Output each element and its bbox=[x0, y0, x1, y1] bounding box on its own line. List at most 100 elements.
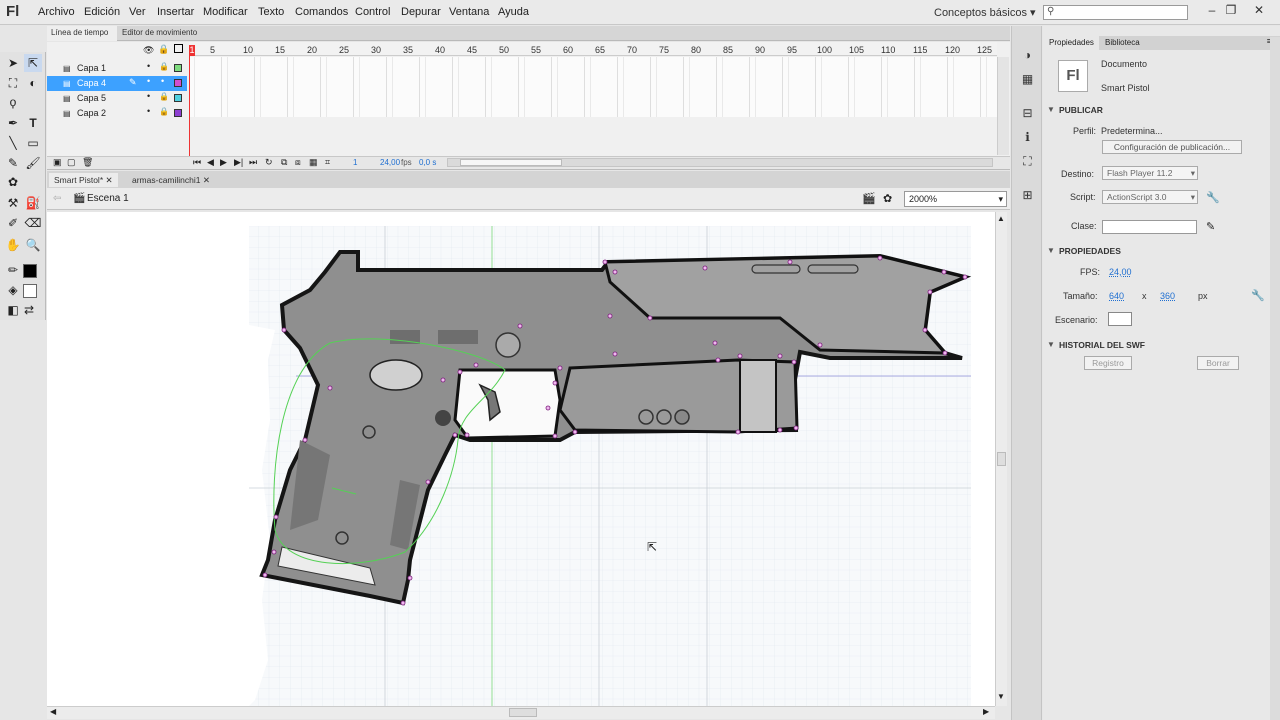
menu-modificar[interactable]: Modificar bbox=[203, 6, 248, 18]
pencil-tool-icon[interactable]: ✎ bbox=[4, 154, 22, 172]
layer-color-swatch[interactable] bbox=[174, 64, 182, 72]
lock-icon[interactable]: 🔒 bbox=[159, 92, 169, 101]
close-icon[interactable]: ✕ bbox=[203, 175, 210, 185]
info-panel-icon[interactable]: ℹ bbox=[1020, 130, 1035, 145]
visibility-dot[interactable]: • bbox=[147, 91, 150, 101]
doc-tab[interactable]: armas-camilinchi1 ✕ bbox=[127, 173, 215, 187]
stage-color-swatch[interactable] bbox=[1108, 312, 1132, 326]
scroll-up-icon[interactable]: ▲ bbox=[997, 214, 1005, 223]
selection-tool-icon[interactable]: ➤ bbox=[4, 54, 22, 72]
help-search-input[interactable]: ⚲ bbox=[1043, 5, 1188, 20]
playhead[interactable] bbox=[189, 45, 190, 168]
subselection-tool-icon[interactable]: ⇱ bbox=[24, 54, 42, 72]
layer-color-swatch[interactable] bbox=[174, 79, 182, 87]
3d-rotation-tool-icon[interactable]: ◐ bbox=[24, 74, 42, 92]
height-input[interactable]: 360 bbox=[1160, 291, 1175, 301]
text-tool-icon[interactable]: T bbox=[24, 114, 42, 132]
edit-symbols-icon[interactable]: ✿ bbox=[883, 192, 892, 205]
free-transform-tool-icon[interactable]: ⛶ bbox=[4, 74, 22, 92]
swf-history-header[interactable]: HISTORIAL DEL SWF bbox=[1059, 340, 1145, 350]
menu-ventana[interactable]: Ventana bbox=[449, 6, 489, 18]
eyedropper-tool-icon[interactable]: ✐ bbox=[4, 214, 22, 232]
pen-tool-icon[interactable]: ✒ bbox=[4, 114, 22, 132]
log-button[interactable]: Registro bbox=[1084, 356, 1132, 370]
eraser-tool-icon[interactable]: ⌫ bbox=[24, 214, 42, 232]
target-select[interactable]: Flash Player 11.2 ▾ bbox=[1102, 166, 1198, 180]
scene-name[interactable]: Escena 1 bbox=[87, 193, 129, 204]
step-forward-icon[interactable]: ▶| bbox=[234, 157, 243, 168]
scroll-down-icon[interactable]: ▼ bbox=[997, 692, 1005, 701]
tab-properties[interactable]: Propiedades bbox=[1043, 36, 1099, 50]
swatches-panel-icon[interactable]: ▦ bbox=[1020, 72, 1035, 87]
collapse-arrow-icon[interactable]: ▼ bbox=[1047, 340, 1055, 349]
rectangle-tool-icon[interactable]: ▭ bbox=[24, 134, 42, 152]
lock-icon[interactable]: 🔒 bbox=[159, 62, 169, 71]
swap-colors-icon[interactable]: ⇄ bbox=[20, 301, 38, 319]
visibility-dot[interactable]: • bbox=[147, 76, 150, 86]
hscroll-thumb[interactable] bbox=[509, 708, 537, 717]
menu-control[interactable]: Control bbox=[355, 6, 390, 18]
stage-canvas[interactable]: ⇱ bbox=[47, 212, 1007, 706]
layer-row-selected[interactable]: ▤ Capa 4 ✎ • • bbox=[47, 76, 187, 91]
timeline-hscroll[interactable] bbox=[447, 158, 993, 167]
components-panel-icon[interactable]: ⊞ bbox=[1020, 188, 1035, 203]
fps-input[interactable]: 24,00 bbox=[1109, 267, 1132, 277]
doc-tab-active[interactable]: Smart Pistol* ✕ bbox=[49, 173, 118, 187]
current-frame-value[interactable]: 1 bbox=[353, 158, 357, 167]
go-first-frame-icon[interactable]: ⏮ bbox=[193, 157, 201, 168]
collapse-arrow-icon[interactable]: ▼ bbox=[1047, 246, 1055, 255]
modify-markers-icon[interactable]: ⌗ bbox=[325, 157, 330, 168]
script-select[interactable]: ActionScript 3.0 ▾ bbox=[1102, 190, 1198, 204]
go-last-frame-icon[interactable]: ⏭ bbox=[249, 157, 257, 168]
menu-texto[interactable]: Texto bbox=[258, 6, 284, 18]
vscroll-thumb[interactable] bbox=[997, 452, 1006, 466]
time-value[interactable]: 0,0 s bbox=[419, 158, 436, 167]
onion-skin-icon[interactable]: ⧉ bbox=[281, 157, 287, 168]
play-icon[interactable]: ▶ bbox=[220, 157, 227, 168]
edit-scene-icon[interactable]: 🎬 bbox=[862, 192, 876, 205]
zoom-tool-icon[interactable]: 🔍 bbox=[24, 236, 42, 254]
menu-archivo[interactable]: Archivo bbox=[38, 6, 75, 18]
hand-tool-icon[interactable]: ✋ bbox=[4, 236, 22, 254]
clear-button[interactable]: Borrar bbox=[1197, 356, 1239, 370]
publish-section-header[interactable]: PUBLICAR bbox=[1059, 105, 1103, 115]
bone-tool-icon[interactable]: ⚒ bbox=[4, 194, 22, 212]
align-panel-icon[interactable]: ⊟ bbox=[1020, 106, 1035, 121]
properties-section-header[interactable]: PROPIEDADES bbox=[1059, 246, 1121, 256]
transform-panel-icon[interactable]: ⛶ bbox=[1020, 154, 1035, 169]
stage-vscroll[interactable]: ▲ ▼ bbox=[995, 212, 1007, 706]
delete-layer-icon[interactable]: 🗑 bbox=[82, 157, 93, 168]
step-back-icon[interactable]: ◀ bbox=[207, 157, 214, 168]
workspace-switcher[interactable]: Conceptos básicos ▾ bbox=[934, 6, 1036, 19]
minimize-icon[interactable]: – bbox=[1203, 3, 1221, 17]
wrench-icon[interactable]: 🔧 bbox=[1206, 191, 1220, 204]
collapse-arrow-icon[interactable]: ▼ bbox=[1047, 105, 1055, 114]
visibility-dot[interactable]: • bbox=[147, 106, 150, 116]
menu-insertar[interactable]: Insertar bbox=[157, 6, 194, 18]
frame-grid[interactable] bbox=[189, 57, 997, 117]
layer-color-swatch[interactable] bbox=[174, 109, 182, 117]
menu-depurar[interactable]: Depurar bbox=[401, 6, 441, 18]
fill-color-icon[interactable]: ◈ bbox=[4, 281, 22, 299]
outline-icon[interactable] bbox=[174, 44, 183, 53]
fill-color-swatch[interactable] bbox=[23, 284, 37, 298]
lock-icon[interactable]: 🔒 bbox=[159, 107, 169, 116]
properties-scrollbar[interactable] bbox=[1270, 37, 1280, 720]
width-input[interactable]: 640 bbox=[1109, 291, 1124, 301]
paint-bucket-tool-icon[interactable]: ⛽ bbox=[24, 194, 42, 212]
layer-row[interactable]: ▤ Capa 2 • 🔒 bbox=[47, 106, 187, 121]
close-icon[interactable]: ✕ bbox=[106, 175, 113, 185]
publish-settings-button[interactable]: Configuración de publicación... bbox=[1102, 140, 1242, 154]
close-icon[interactable]: ✕ bbox=[1250, 3, 1268, 17]
lock-dot[interactable]: • bbox=[161, 76, 164, 86]
lock-icon[interactable]: 🔒 bbox=[158, 44, 169, 55]
hscroll-thumb[interactable] bbox=[460, 159, 562, 166]
menu-ver[interactable]: Ver bbox=[129, 6, 146, 18]
back-arrow-icon[interactable]: ⇦ bbox=[53, 193, 61, 204]
line-tool-icon[interactable]: ╲ bbox=[4, 134, 22, 152]
brush-tool-icon[interactable]: 🖌 bbox=[24, 154, 42, 172]
deco-tool-icon[interactable]: ✿ bbox=[4, 173, 22, 191]
new-folder-icon[interactable]: ▢ bbox=[67, 157, 76, 168]
scroll-right-icon[interactable]: ▶ bbox=[983, 707, 989, 716]
edit-multiple-frames-icon[interactable]: ▦ bbox=[309, 157, 318, 168]
